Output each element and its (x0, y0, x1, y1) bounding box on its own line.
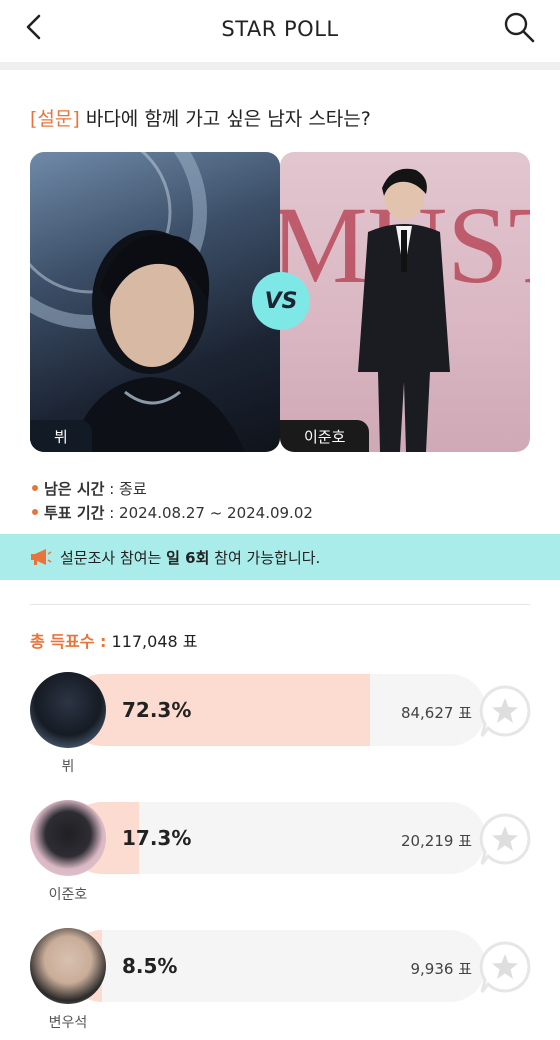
app-header: STAR POLL (0, 0, 560, 58)
bullet-dot (32, 508, 38, 515)
section-divider (30, 604, 530, 605)
avatar (30, 672, 106, 748)
poll-tag: [설문] (30, 108, 80, 130)
vote-star-icon[interactable] (476, 682, 534, 740)
result-row: 8.5% 9,936 표 변우석 (30, 928, 531, 1040)
candidate-photo-right: MUST 이준호 (280, 152, 530, 452)
result-votes: 9,936 표 (410, 960, 472, 978)
candidate-label-left: 뷔 (30, 420, 92, 452)
result-percent: 72.3% (122, 698, 192, 722)
page-title: STAR POLL (221, 17, 339, 41)
result-row: 72.3% 84,627 표 뷔 (30, 672, 531, 784)
result-fill (66, 674, 370, 746)
vote-star-icon[interactable] (476, 938, 534, 996)
header-divider (0, 62, 560, 70)
vote-star-icon[interactable] (476, 810, 534, 868)
notice-highlight: 일 6회 (166, 548, 210, 567)
notice-suffix: 참여 가능합니다. (209, 548, 321, 567)
portrait-left-illustration (30, 152, 245, 452)
remaining-value: : 종료 (109, 480, 147, 498)
portrait-right-illustration: MUST (280, 168, 530, 452)
notice-prefix: 설문조사 참여는 (60, 548, 167, 567)
poll-question: [설문] 바다에 함께 가고 싶은 남자 스타는? (30, 104, 371, 131)
result-name: 뷔 (61, 759, 75, 775)
remaining-label: 남은 시간 (44, 480, 105, 498)
period-value: : 2024.08.27 ~ 2024.09.02 (109, 504, 313, 522)
period-label: 투표 기간 (44, 504, 105, 522)
candidate-photo-left: 뷔 (30, 152, 280, 452)
total-votes-value: 117,048 표 (106, 632, 198, 651)
result-votes: 84,627 표 (400, 704, 472, 722)
avatar (30, 928, 106, 1004)
poll-question-text: 바다에 함께 가고 싶은 남자 스타는? (85, 108, 371, 130)
result-row: 17.3% 20,219 표 이준호 (30, 800, 531, 912)
megaphone-icon (31, 549, 52, 565)
result-votes: 20,219 표 (400, 832, 472, 850)
result-name: 이준호 (48, 887, 88, 903)
bullet-dot (32, 484, 38, 491)
remaining-time: 남은 시간 : 종료 (32, 478, 147, 499)
vs-badge: VS (252, 272, 310, 330)
avatar (30, 800, 106, 876)
search-icon[interactable] (502, 10, 536, 44)
result-name: 변우석 (48, 1015, 88, 1031)
participation-notice: 설문조사 참여는 일 6회 참여 가능합니다. (0, 534, 560, 580)
result-percent: 17.3% (122, 826, 192, 850)
back-chevron-icon[interactable] (22, 12, 46, 42)
result-percent: 8.5% (122, 954, 178, 978)
candidate-label-right: 이준호 (280, 420, 370, 452)
total-votes: 총 득표수 : 117,048 표 (30, 628, 197, 652)
total-votes-label: 총 득표수 : (30, 632, 107, 651)
poll-period: 투표 기간 : 2024.08.27 ~ 2024.09.02 (32, 502, 313, 523)
